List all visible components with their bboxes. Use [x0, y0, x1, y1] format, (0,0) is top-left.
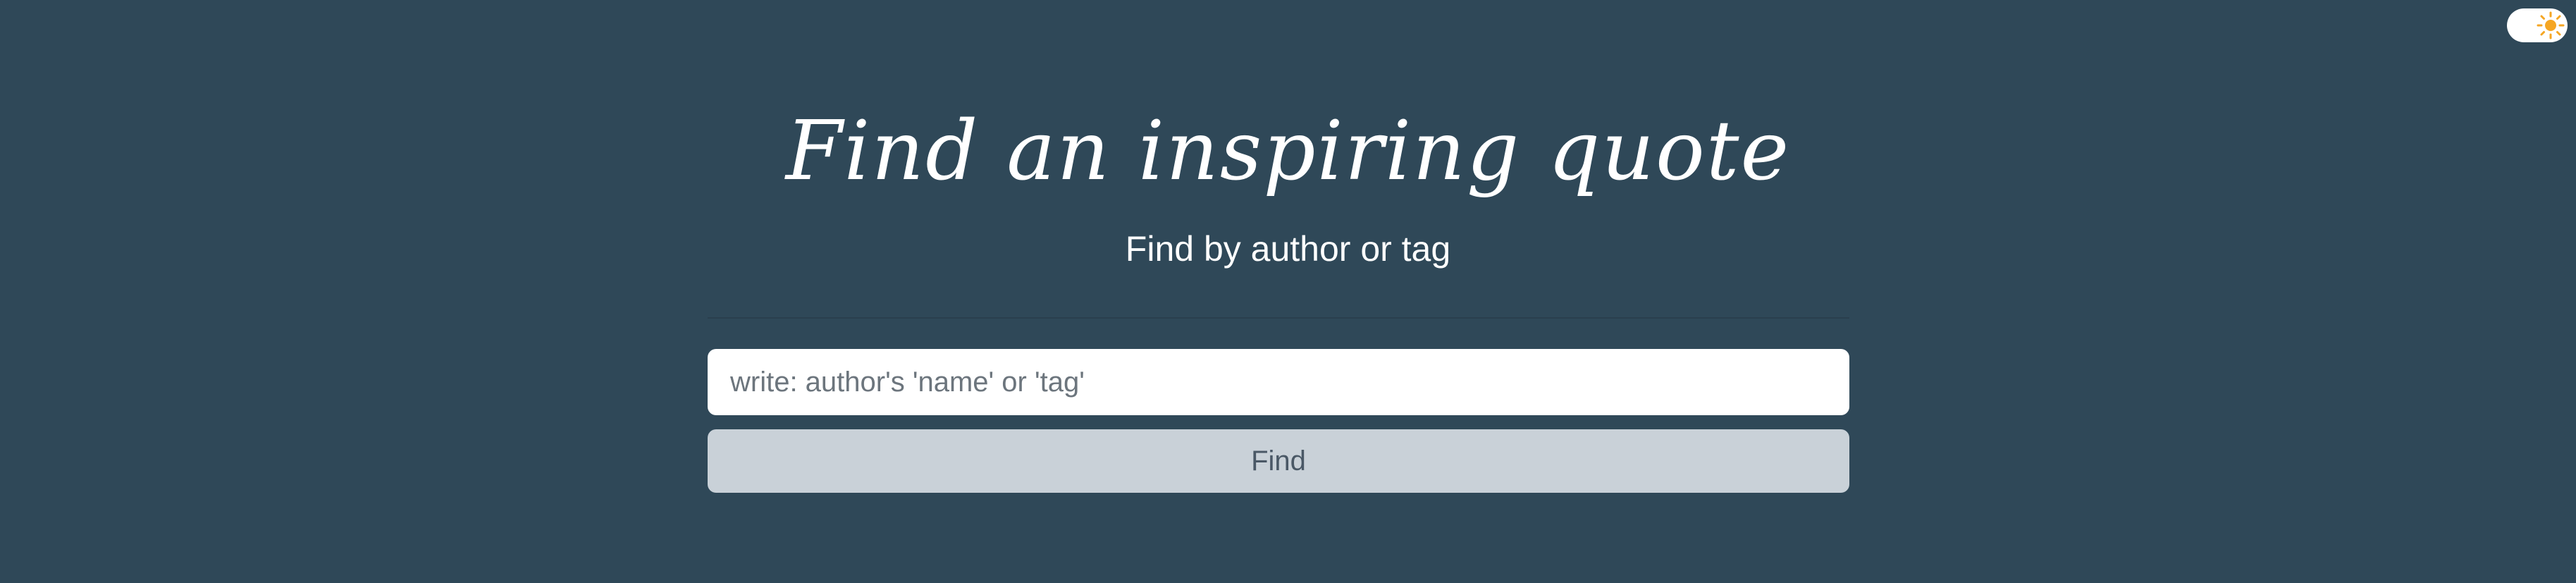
find-button[interactable]: Find — [708, 429, 1849, 493]
page-subtitle: Find by author or tag — [1125, 229, 1451, 269]
sun-icon — [2534, 8, 2568, 42]
divider — [708, 317, 1849, 319]
search-input[interactable] — [708, 349, 1849, 415]
theme-toggle[interactable] — [2507, 8, 2568, 42]
page-title: Find an inspiring quote — [785, 104, 1791, 199]
